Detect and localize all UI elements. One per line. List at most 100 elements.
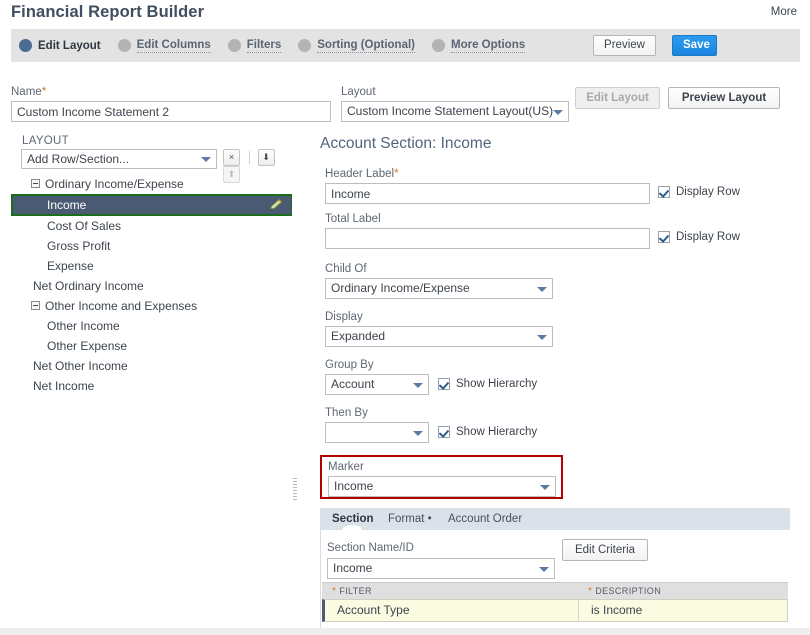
- edit-criteria-button[interactable]: Edit Criteria: [562, 539, 648, 561]
- panel-splitter[interactable]: [292, 130, 298, 635]
- total-display-row-checkbox[interactable]: [658, 231, 670, 243]
- header-display-row-checkbox-wrap[interactable]: Display Row: [658, 186, 740, 198]
- step-sorting[interactable]: Sorting (Optional): [298, 29, 415, 62]
- table-row[interactable]: Account Type is Income: [322, 599, 788, 622]
- step-dot-icon: [227, 39, 241, 52]
- move-down-icon[interactable]: ⬇: [257, 149, 275, 166]
- preview-layout-button[interactable]: Preview Layout: [668, 87, 780, 109]
- then-by-select[interactable]: [325, 422, 429, 443]
- add-row-section-select[interactable]: Add Row/Section...: [21, 149, 217, 169]
- required-marker: *: [41, 86, 47, 98]
- total-display-row-checkbox-wrap[interactable]: Display Row: [658, 231, 740, 243]
- report-name-input[interactable]: [11, 101, 331, 122]
- tab-format-label: Format: [388, 513, 425, 525]
- step-label: More Options: [451, 38, 526, 53]
- layout-tree-panel: LAYOUT Add Row/Section... × ⬇ ⬆ Ordinary…: [11, 130, 293, 635]
- then-by-label: Then By: [325, 407, 368, 419]
- group-by-show-hierarchy-label: Show Hierarchy: [456, 378, 538, 390]
- tree-item-gross-profit[interactable]: Gross Profit: [14, 236, 293, 256]
- preview-button[interactable]: Preview: [593, 35, 656, 56]
- step-dot-icon: [117, 39, 131, 52]
- name-label-text: Name: [11, 86, 42, 98]
- total-label-label: Total Label: [325, 213, 381, 225]
- tree-item-cost-of-sales[interactable]: Cost Of Sales: [14, 216, 293, 236]
- then-by-hierarchy-wrap[interactable]: Show Hierarchy: [438, 426, 537, 438]
- add-row-section-value: Add Row/Section...: [27, 152, 130, 166]
- step-dot-icon: [298, 39, 312, 52]
- step-more-options[interactable]: More Options: [432, 29, 526, 62]
- save-button[interactable]: Save: [672, 35, 717, 56]
- tab-account-order[interactable]: Account Order: [448, 508, 522, 530]
- step-label: Edit Layout: [38, 39, 101, 52]
- step-edit-layout[interactable]: Edit Layout: [19, 29, 101, 62]
- chevron-down-icon: [553, 109, 563, 115]
- delete-row-icon[interactable]: ×: [223, 149, 240, 166]
- then-by-show-hierarchy-checkbox[interactable]: [438, 426, 450, 438]
- edit-layout-button[interactable]: Edit Layout: [575, 87, 660, 109]
- display-label: Display: [325, 311, 363, 323]
- tree-item-other-expense[interactable]: Other Expense: [14, 336, 293, 356]
- tree-item-net-ordinary-income[interactable]: Net Ordinary Income: [14, 276, 293, 296]
- tree-item-label: Cost Of Sales: [47, 219, 122, 233]
- display-select[interactable]: Expanded: [325, 326, 553, 347]
- chevron-down-icon: [537, 286, 547, 292]
- layout-select[interactable]: Custom Income Statement Layout(US): [341, 101, 569, 122]
- tree-item-label: Other Income and Expenses: [45, 299, 198, 313]
- tree-item-label: Net Income: [33, 379, 95, 393]
- criteria-filter-cell: Account Type: [337, 603, 410, 617]
- edit-pencil-icon[interactable]: [269, 199, 283, 211]
- chevron-down-icon: [540, 484, 550, 490]
- marker-label: Marker: [328, 461, 364, 473]
- chevron-down-icon: [539, 566, 549, 572]
- step-edit-columns[interactable]: Edit Columns: [117, 29, 211, 62]
- tree-item-label: Other Expense: [47, 339, 128, 353]
- tree-item-other-income-and-expenses[interactable]: Other Income and Expenses: [14, 296, 293, 316]
- tree-item-net-other-income[interactable]: Net Other Income: [14, 356, 293, 376]
- then-by-show-hierarchy-label: Show Hierarchy: [456, 426, 538, 438]
- group-by-value: Account: [331, 377, 375, 391]
- group-by-hierarchy-wrap[interactable]: Show Hierarchy: [438, 378, 537, 390]
- page-title: Financial Report Builder: [11, 3, 205, 21]
- section-form-panel: Account Section: Income Header Label* Di…: [300, 130, 800, 635]
- child-of-label: Child Of: [325, 263, 367, 275]
- step-label: Sorting (Optional): [317, 38, 415, 53]
- tree-item-expense[interactable]: Expense: [14, 256, 293, 276]
- header-label-label: Header Label*: [325, 168, 399, 180]
- toolbar-divider: [249, 151, 251, 164]
- section-tabstrip: Section Format • Account Order: [320, 508, 790, 530]
- step-filters[interactable]: Filters: [227, 29, 282, 62]
- total-label-input[interactable]: [325, 228, 650, 249]
- group-by-label: Group By: [325, 359, 374, 371]
- tree-item-label: Ordinary Income/Expense: [45, 177, 184, 191]
- tab-modified-dot-icon: •: [424, 513, 432, 525]
- tree-collapse-icon[interactable]: [31, 179, 40, 188]
- marker-select[interactable]: Income: [328, 476, 556, 497]
- criteria-col-description: * DESCRIPTION: [588, 586, 661, 597]
- tree-item-net-income[interactable]: Net Income: [14, 376, 293, 396]
- tab-format[interactable]: Format •: [388, 508, 432, 530]
- tree-item-income[interactable]: Income: [11, 194, 293, 216]
- group-by-select[interactable]: Account: [325, 374, 429, 395]
- tree-collapse-icon[interactable]: [31, 301, 40, 310]
- section-name-id-select[interactable]: Income: [327, 558, 555, 579]
- layout-select-value: Custom Income Statement Layout(US): [347, 104, 554, 118]
- criteria-col-filter-label: FILTER: [339, 586, 372, 596]
- total-display-row-label: Display Row: [676, 231, 740, 243]
- step-bar: Edit Layout Edit Columns Filters Sorting…: [11, 29, 800, 62]
- criteria-table: * FILTER * DESCRIPTION Account Type is I…: [322, 582, 788, 622]
- more-link[interactable]: More: [771, 6, 797, 18]
- display-value: Expanded: [331, 329, 386, 343]
- title-bar: Financial Report Builder More: [0, 0, 810, 29]
- tree-item-ordinary-income-expense[interactable]: Ordinary Income/Expense: [14, 174, 293, 194]
- criteria-col-description-label: DESCRIPTION: [595, 586, 662, 596]
- criteria-table-header: * FILTER * DESCRIPTION: [322, 582, 788, 599]
- header-label-input[interactable]: [325, 183, 650, 204]
- name-field-label: Name*: [11, 86, 46, 98]
- chevron-down-icon: [413, 430, 423, 436]
- criteria-description-cell: is Income: [591, 603, 643, 617]
- step-dot-icon: [19, 39, 32, 52]
- group-by-show-hierarchy-checkbox[interactable]: [438, 378, 450, 390]
- header-display-row-checkbox[interactable]: [658, 186, 670, 198]
- tree-item-other-income[interactable]: Other Income: [14, 316, 293, 336]
- child-of-select[interactable]: Ordinary Income/Expense: [325, 278, 553, 299]
